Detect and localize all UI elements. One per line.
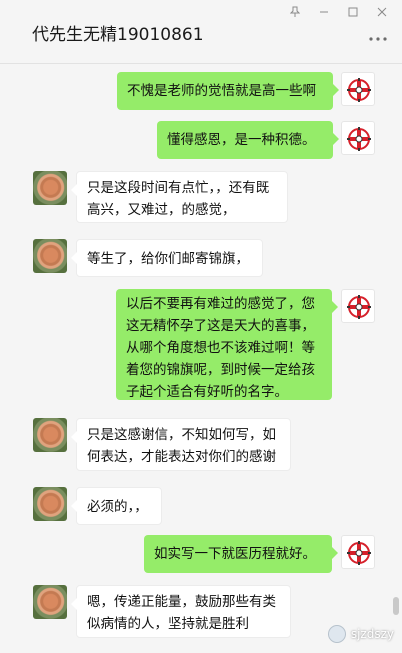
clinic-logo-icon: [347, 541, 371, 565]
title-bar: 代先生无精19010861: [0, 0, 402, 64]
message-bubble-self[interactable]: 懂得感恩，是一种积德。: [157, 121, 339, 159]
avatar[interactable]: [33, 487, 67, 521]
avatar[interactable]: [341, 535, 375, 569]
message-bubble-other[interactable]: 等生了，给你们邮寄锦旗，: [71, 239, 263, 277]
chat-title: 代先生无精19010861: [32, 25, 204, 45]
message-bubble-other[interactable]: 只是这段时间有点忙，，还有既高兴，又难过，的感觉，: [71, 171, 288, 223]
avatar[interactable]: [341, 289, 375, 323]
more-dots-icon[interactable]: [368, 33, 388, 45]
avatar[interactable]: [341, 72, 375, 106]
pin-icon[interactable]: [280, 2, 309, 22]
watermark: sjzdszy: [327, 625, 394, 643]
avatar[interactable]: [33, 585, 67, 619]
chat-area[interactable]: 不愧是老师的觉悟就是高一些啊 懂得感恩，是一种积德。 只是这段时间有点忙，，还有…: [0, 64, 402, 653]
avatar[interactable]: [33, 171, 67, 205]
minimize-icon[interactable]: [309, 2, 338, 22]
message-bubble-other[interactable]: 只是这感谢信，不知如何写，如何表达，才能表达对你们的感谢: [71, 418, 291, 471]
message-bubble-self[interactable]: 不愧是老师的觉悟就是高一些啊: [117, 72, 339, 110]
maximize-icon[interactable]: [338, 2, 367, 22]
close-icon[interactable]: [367, 2, 396, 22]
window-controls: [280, 2, 396, 22]
wechat-official-account-icon: [327, 625, 346, 643]
clinic-logo-icon: [347, 78, 371, 102]
clinic-logo-icon: [347, 295, 371, 319]
scrollbar[interactable]: [393, 597, 399, 615]
message-bubble-other[interactable]: 嗯，传递正能量，鼓励那些有类似病情的人，坚持就是胜利: [71, 585, 291, 638]
avatar[interactable]: [341, 121, 375, 155]
message-bubble-self[interactable]: 以后不要再有难过的感觉了，您这无精怀孕了这是天大的喜事，从哪个角度想也不该难过啊…: [116, 289, 338, 400]
watermark-text: sjzdszy: [350, 627, 394, 641]
message-bubble-self[interactable]: 如实写一下就医历程就好。: [144, 535, 338, 573]
clinic-logo-icon: [347, 127, 371, 151]
message-bubble-other[interactable]: 必须的，，: [71, 487, 162, 525]
avatar[interactable]: [33, 418, 67, 452]
avatar[interactable]: [33, 239, 67, 273]
